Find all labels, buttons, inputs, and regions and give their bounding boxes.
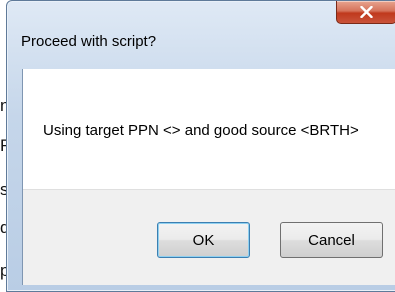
close-icon bbox=[360, 6, 373, 18]
close-button[interactable] bbox=[336, 1, 395, 24]
dialog-title: Proceed with script? bbox=[21, 33, 157, 50]
dialog-window: Proceed with script? Using target PPN <>… bbox=[6, 0, 395, 292]
dialog-body: Using target PPN <> and good source <BRT… bbox=[22, 69, 395, 285]
message-area: Using target PPN <> and good source <BRT… bbox=[23, 69, 395, 190]
ok-button[interactable]: OK bbox=[157, 222, 250, 258]
cancel-button[interactable]: Cancel bbox=[280, 222, 383, 258]
dialog-message: Using target PPN <> and good source <BRT… bbox=[43, 122, 359, 139]
